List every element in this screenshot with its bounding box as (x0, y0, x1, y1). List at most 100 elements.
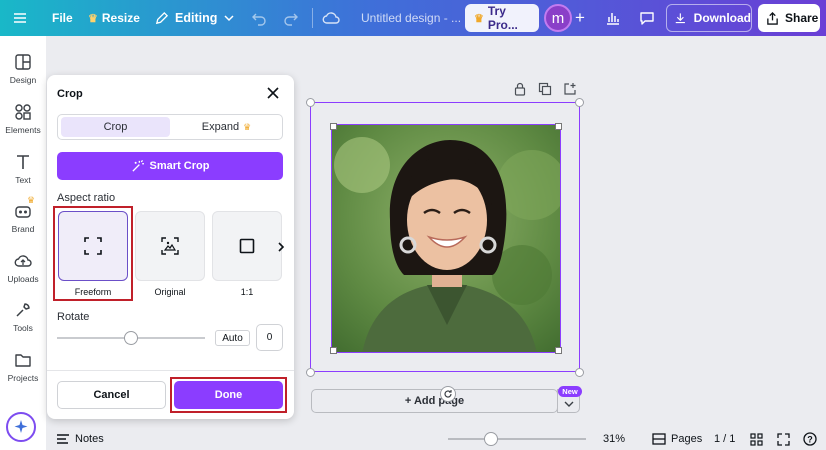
sidebar-item-projects[interactable]: Projects (0, 348, 46, 392)
rotate-slider-thumb[interactable] (124, 331, 138, 345)
pages-icon (652, 433, 666, 445)
rotate-value-input[interactable]: 0 (256, 324, 283, 351)
original-icon (161, 237, 179, 255)
sidebar-item-tools[interactable]: Tools (0, 298, 46, 342)
sparkle-icon (14, 420, 28, 433)
sidebar-label-elements: Elements (5, 125, 41, 135)
share-label: Share (785, 11, 819, 25)
redo-icon[interactable] (283, 0, 299, 36)
resize-handle-tl[interactable] (306, 98, 315, 107)
notes-button[interactable]: Notes (56, 428, 104, 450)
smart-crop-label: Smart Crop (149, 160, 210, 172)
file-menu[interactable]: File (52, 0, 73, 36)
crop-mode-toggle: Crop Expand ♛ (57, 114, 283, 140)
notes-icon (57, 434, 69, 444)
ratio-original[interactable] (135, 211, 205, 281)
tools-icon (16, 303, 30, 317)
ratio-1-1[interactable] (212, 211, 282, 281)
tab-crop[interactable]: Crop (61, 117, 170, 137)
menu-icon[interactable] (12, 0, 28, 36)
sidebar-item-text[interactable]: Text (0, 150, 46, 194)
sidebar-label-tools: Tools (13, 323, 33, 333)
zoom-slider-thumb[interactable] (483, 432, 498, 446)
grid-view-icon[interactable] (750, 428, 763, 450)
new-badge: New (558, 386, 582, 397)
elements-icon (15, 104, 31, 120)
download-label: Download (693, 11, 751, 25)
pages-button[interactable]: Pages (652, 428, 702, 450)
aspect-ratio-label: Aspect ratio (57, 192, 116, 204)
panel-title: Crop (57, 88, 83, 100)
page-count: 1 / 1 (714, 433, 736, 445)
sidebar-item-elements[interactable]: Elements (0, 100, 46, 144)
resize-handle-tr[interactable] (575, 98, 584, 107)
highlight-freeform (53, 206, 133, 301)
selected-photo[interactable] (331, 124, 561, 353)
cancel-button[interactable]: Cancel (57, 381, 166, 409)
crown-icon: ♛ (88, 12, 98, 25)
sidebar-label-projects: Projects (7, 373, 39, 383)
undo-icon[interactable] (251, 0, 267, 36)
sidebar-item-uploads[interactable]: Uploads (0, 249, 46, 293)
help-icon[interactable]: ? (803, 428, 817, 450)
avatar[interactable]: m (544, 4, 572, 32)
ratio-label-original: Original (154, 287, 186, 297)
ratio-label-1-1: 1:1 (240, 287, 254, 297)
square-icon (239, 238, 255, 254)
crop-corner-br[interactable] (555, 347, 562, 354)
crown-icon: ♛ (27, 195, 36, 205)
rotate-auto-button[interactable]: Auto (215, 330, 250, 346)
tab-expand-label: Expand (201, 121, 240, 133)
duplicate-page-icon[interactable] (538, 82, 554, 98)
pencil-icon (155, 11, 169, 24)
resize-label: Resize (101, 11, 140, 25)
fullscreen-icon[interactable] (777, 428, 790, 450)
bottom-bar: Notes 31% Pages 1 / 1 ? (46, 428, 826, 450)
zoom-slider-track[interactable] (448, 438, 586, 440)
try-pro-button[interactable]: ♛ Try Pro... (465, 4, 539, 32)
add-collaborator-icon[interactable]: + (572, 0, 585, 36)
sidebar-label-design: Design (9, 75, 37, 85)
resize-handle-bl[interactable] (306, 368, 315, 377)
comments-icon[interactable] (632, 4, 662, 32)
sidebar-label-brand: Brand (11, 224, 35, 234)
editing-label: Editing (175, 11, 218, 25)
editing-mode-button[interactable]: Editing (154, 0, 235, 36)
resize-button[interactable]: ♛ Resize (88, 0, 140, 36)
sidebar-item-design[interactable]: Design (0, 50, 46, 94)
rotate-handle-icon[interactable] (440, 386, 456, 402)
document-title[interactable]: Untitled design - ... (361, 0, 461, 36)
add-page-icon[interactable] (563, 82, 579, 98)
crop-corner-tr[interactable] (555, 123, 562, 130)
close-icon[interactable] (266, 86, 280, 100)
notes-label: Notes (75, 433, 104, 445)
sidebar-item-brand[interactable]: Brand ♛ (0, 195, 46, 243)
share-button[interactable]: Share (758, 4, 820, 32)
add-page-button[interactable]: + Add page (311, 389, 558, 413)
cloud-save-icon[interactable] (322, 0, 340, 36)
sidebar-label-text: Text (15, 175, 31, 185)
download-button[interactable]: Download (666, 4, 752, 32)
zoom-level[interactable]: 31% (603, 428, 625, 450)
crop-corner-bl[interactable] (330, 347, 337, 354)
download-icon (675, 13, 685, 24)
insights-icon[interactable] (598, 4, 628, 32)
crop-corner-tl[interactable] (330, 123, 337, 130)
panel-divider (47, 370, 294, 371)
resize-handle-br[interactable] (575, 368, 584, 377)
chevron-down-icon (224, 15, 234, 22)
magic-assistant-button[interactable] (6, 412, 36, 442)
chevron-right-icon[interactable] (276, 241, 286, 253)
crown-icon: ♛ (243, 121, 252, 132)
tab-expand[interactable]: Expand ♛ (172, 117, 281, 137)
smart-crop-button[interactable]: Smart Crop (57, 152, 283, 180)
lock-icon[interactable] (513, 82, 529, 98)
pages-label: Pages (671, 433, 703, 445)
share-icon (767, 11, 778, 25)
toolbar-divider (312, 8, 313, 28)
text-icon (17, 155, 29, 169)
design-icon (15, 54, 31, 70)
crop-panel: Crop Crop Expand ♛ Smart Crop Aspect rat… (47, 75, 294, 419)
highlight-done (170, 377, 287, 413)
sidebar-label-uploads: Uploads (7, 274, 39, 284)
